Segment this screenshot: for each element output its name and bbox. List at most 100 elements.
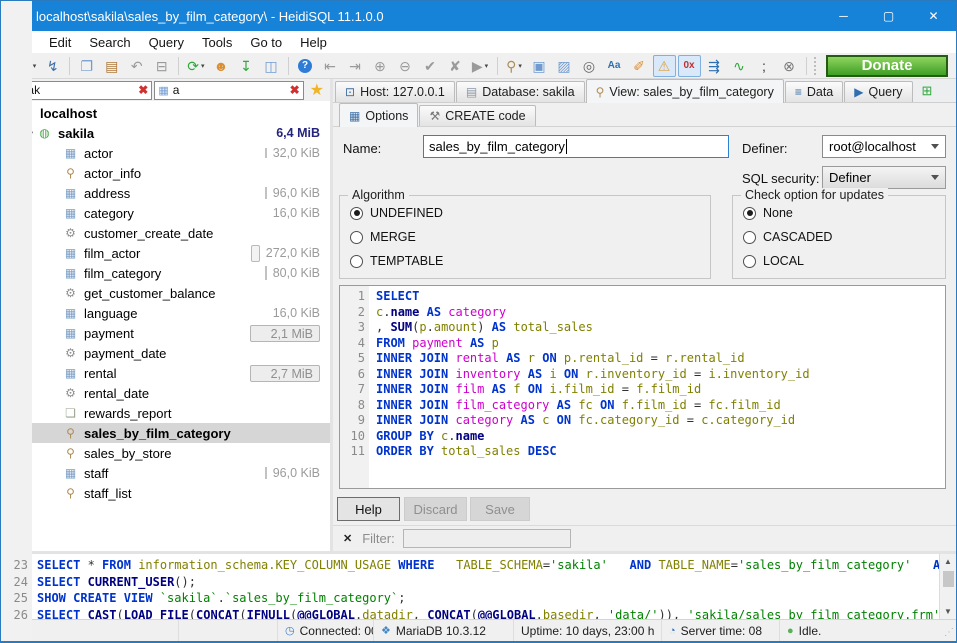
save-as-icon[interactable]: ▨ (553, 55, 576, 77)
radio-button[interactable] (350, 207, 363, 220)
add-record-icon[interactable]: ⊕ (369, 55, 392, 77)
reformat-sql-icon[interactable]: ∿ (728, 55, 751, 77)
tree-item-sakila[interactable]: ❯◍sakila6,4 MiB (1, 123, 330, 143)
table-filter-input[interactable]: ▦ a ✖ (154, 81, 303, 100)
refresh-icon[interactable]: ⟳▾ (184, 55, 207, 77)
tree-item-film-actor[interactable]: ▦film_actor272,0 KiB (1, 243, 330, 263)
tree-item-actor[interactable]: ▦actor32,0 KiB (1, 143, 330, 163)
scroll-up-icon[interactable]: ▲ (940, 554, 956, 569)
delete-record-icon[interactable]: ⊖ (394, 55, 417, 77)
radio-button[interactable] (743, 207, 756, 220)
tree-item-staff[interactable]: ▦staff96,0 KiB (1, 463, 330, 483)
view-name-input[interactable]: sales_by_film_category (423, 135, 729, 158)
menu-item-help[interactable]: Help (291, 31, 336, 53)
tree-item-payment[interactable]: ▦payment2,1 MiB (1, 323, 330, 343)
paste-icon[interactable]: ▤ (100, 55, 123, 77)
tab-database-sakila[interactable]: ▤Database: sakila (456, 81, 585, 102)
tab-query[interactable]: ▶Query (844, 81, 912, 102)
check-option-option-local[interactable]: LOCAL (743, 254, 945, 268)
cancel-icon[interactable]: ✘ (444, 55, 467, 77)
letter-case-icon[interactable]: Aa (603, 55, 626, 77)
check-option-option-cascaded[interactable]: CASCADED (743, 230, 945, 244)
tab-host-127-0-0-1[interactable]: ⊡Host: 127.0.0.1 (335, 81, 455, 102)
clear-table-filter-icon[interactable]: ✖ (290, 83, 300, 97)
semicolon-icon[interactable]: ; (753, 55, 776, 77)
tree-item-category[interactable]: ▦category16,0 KiB (1, 203, 330, 223)
find-in-files-icon[interactable]: ⚲▾ (503, 55, 526, 77)
radio-button[interactable] (743, 255, 756, 268)
sql-security-combobox[interactable]: Definer (822, 166, 946, 189)
last-record-icon[interactable]: ⇥ (344, 55, 367, 77)
copy-icon[interactable]: ❐ (75, 55, 98, 77)
radio-button[interactable] (743, 231, 756, 244)
save-button[interactable]: Save (470, 497, 530, 521)
tree-item-film-category[interactable]: ▦film_category80,0 KiB (1, 263, 330, 283)
tree-item-label: customer_create_date (84, 226, 213, 241)
tree-item-sales-by-film-category[interactable]: ⚲sales_by_film_category (1, 423, 330, 443)
menu-item-search[interactable]: Search (80, 31, 139, 53)
help-icon[interactable]: ? (294, 55, 317, 77)
line-number: 11 (340, 444, 365, 460)
radio-button[interactable] (350, 231, 363, 244)
save-database-icon[interactable]: ◫ (260, 55, 283, 77)
tree-item-rewards-report[interactable]: ❏rewards_report (1, 403, 330, 423)
subtab-options[interactable]: ▦Options (339, 103, 418, 127)
apply-icon[interactable]: ✔ (419, 55, 442, 77)
search-icon[interactable]: ◎ (578, 55, 601, 77)
algorithm-option-merge[interactable]: MERGE (350, 230, 710, 244)
algorithm-option-undefined[interactable]: UNDEFINED (350, 206, 710, 220)
maximize-button[interactable]: ▢ (866, 1, 911, 31)
close-filter-icon[interactable]: ✕ (343, 532, 352, 545)
tree-item-sales-by-store[interactable]: ⚲sales_by_store (1, 443, 330, 463)
sql-log[interactable]: 23SELECT * FROM information_schema.KEY_C… (1, 554, 939, 619)
format-brush-icon[interactable]: ✐ (628, 55, 651, 77)
first-record-icon[interactable]: ⇤ (319, 55, 342, 77)
undo-icon[interactable]: ↶ (125, 55, 148, 77)
definer-combobox[interactable]: root@localhost (822, 135, 946, 158)
donate-button[interactable]: Donate (826, 55, 948, 77)
log-scrollbar[interactable]: ▲ ▼ (939, 554, 956, 619)
tree-item-localhost[interactable]: ❯❖localhost (1, 103, 330, 123)
tree-item-get-customer-balance[interactable]: ⚙get_customer_balance (1, 283, 330, 303)
add-query-tab-icon[interactable]: ⊞ (918, 83, 937, 99)
favorites-star-icon[interactable]: ★ (306, 80, 328, 100)
tree-item-staff-list[interactable]: ⚲staff_list (1, 483, 330, 503)
print-icon[interactable]: ⊟ (150, 55, 173, 77)
help-button[interactable]: Help (337, 497, 400, 521)
tree-item-language[interactable]: ▦language16,0 KiB (1, 303, 330, 323)
save-icon[interactable]: ▣ (528, 55, 551, 77)
tab-data[interactable]: ≡Data (785, 81, 843, 102)
tree-item-actor-info[interactable]: ⚲actor_info (1, 163, 330, 183)
tree-item-payment-date[interactable]: ⚙payment_date (1, 343, 330, 363)
scroll-down-icon[interactable]: ▼ (940, 604, 956, 619)
resize-grip[interactable]: ⋰ (944, 627, 954, 638)
tree-item-address[interactable]: ▦address96,0 KiB (1, 183, 330, 203)
menu-item-tools[interactable]: Tools (193, 31, 241, 53)
tree-item-rental-date[interactable]: ⚙rental_date (1, 383, 330, 403)
check-option-option-none[interactable]: None (743, 206, 945, 220)
scrollbar-thumb[interactable] (943, 571, 954, 587)
bind-params-icon[interactable]: ⇶ (703, 55, 726, 77)
radio-button[interactable] (350, 255, 363, 268)
execute-query-icon[interactable]: ▶▾ (469, 55, 492, 77)
user-manager-icon[interactable]: ☻ (210, 55, 233, 77)
sql-editor[interactable]: 1SELECT2c.name AS category3, SUM(p.amoun… (339, 285, 946, 489)
algorithm-option-temptable[interactable]: TEMPTABLE (350, 254, 710, 268)
close-button[interactable]: ✕ (911, 1, 956, 31)
filter-input[interactable] (403, 529, 571, 548)
discard-button[interactable]: Discard (404, 497, 467, 521)
tree-item-rental[interactable]: ▦rental2,7 MiB (1, 363, 330, 383)
stop-icon[interactable]: ⊗ (778, 55, 801, 77)
menu-item-go-to[interactable]: Go to (241, 31, 291, 53)
warning-filter-icon[interactable]: ⚠ (653, 55, 676, 77)
minimize-button[interactable]: ─ (821, 1, 866, 31)
subtab-create-code[interactable]: ⚒CREATE code (419, 105, 535, 126)
clear-database-filter-icon[interactable]: ✖ (138, 83, 148, 97)
menu-item-query[interactable]: Query (140, 31, 193, 53)
tree-item-customer-create-date[interactable]: ⚙customer_create_date (1, 223, 330, 243)
export-icon[interactable]: ↧ (235, 55, 258, 77)
menu-item-edit[interactable]: Edit (40, 31, 80, 53)
disconnect-icon[interactable]: ↯ (41, 55, 64, 77)
hex-view-icon[interactable]: 0x (678, 55, 701, 77)
tab-view-sales-by-film-category[interactable]: ⚲View: sales_by_film_category (586, 79, 784, 103)
